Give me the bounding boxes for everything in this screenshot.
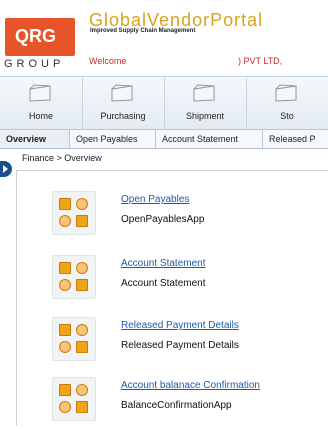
company-name: ) PVT LTD,: [238, 56, 283, 66]
app-subtitle: Released Payment Details: [121, 340, 239, 351]
app-link-balance-confirmation[interactable]: Account balanace Confirmation: [121, 380, 260, 391]
tab-account-statement[interactable]: Account Statement: [156, 130, 263, 148]
app-icon: [52, 191, 96, 235]
tab-released-payment[interactable]: Released P: [263, 130, 328, 148]
expand-sidebar-button[interactable]: [0, 161, 12, 177]
app-item-open-payables: Open Payables OpenPayablesApp: [17, 183, 328, 243]
nav-shipment[interactable]: Shipment: [164, 77, 247, 129]
nav-purchasing[interactable]: Purchasing: [82, 77, 165, 129]
app-subtitle: BalanceConfirmationApp: [121, 400, 232, 411]
app-list: Open Payables OpenPayablesApp Account St…: [16, 170, 328, 426]
app-link-open-payables[interactable]: Open Payables: [121, 194, 189, 205]
folder-icon: [111, 84, 133, 102]
app-subtitle: Account Statement: [121, 278, 206, 289]
portal-header: QRG GROUP GlobalVendorPortal Improved Su…: [0, 0, 328, 76]
app-icon: [52, 317, 96, 361]
tab-overview[interactable]: Overview: [0, 130, 70, 148]
app-icon: [52, 255, 96, 299]
app-link-account-statement[interactable]: Account Statement: [121, 258, 206, 269]
portal-tagline: Improved Supply Chain Management: [90, 28, 196, 34]
folder-icon: [193, 84, 215, 102]
logo-text: QRG: [15, 26, 57, 46]
app-item-balance-confirmation: Account balanace Confirmation BalanceCon…: [17, 369, 328, 429]
nav-shipment-label: Shipment: [185, 111, 225, 121]
folder-icon: [275, 84, 297, 102]
main-navigation: Home Purchasing Shipment Sto: [0, 76, 328, 130]
breadcrumb: Finance > Overview: [22, 153, 102, 163]
qrg-logo: QRG: [5, 18, 75, 56]
app-icon: [52, 377, 96, 421]
app-item-released-payment: Released Payment Details Released Paymen…: [17, 309, 328, 369]
nav-store[interactable]: Sto: [246, 77, 328, 129]
nav-store-label: Sto: [280, 111, 294, 121]
nav-home-label: Home: [28, 111, 53, 121]
tab-open-payables[interactable]: Open Payables: [70, 130, 156, 148]
app-link-released-payment[interactable]: Released Payment Details: [121, 320, 239, 331]
nav-purchasing-label: Purchasing: [100, 111, 146, 121]
nav-home[interactable]: Home: [0, 77, 83, 129]
group-label: GROUP: [4, 58, 65, 70]
app-item-account-statement: Account Statement Account Statement: [17, 247, 328, 307]
app-subtitle: OpenPayablesApp: [121, 214, 205, 225]
folder-icon: [29, 84, 51, 102]
sub-tab-bar: Overview Open Payables Account Statement…: [0, 130, 328, 149]
welcome-text: Welcome: [89, 56, 127, 66]
